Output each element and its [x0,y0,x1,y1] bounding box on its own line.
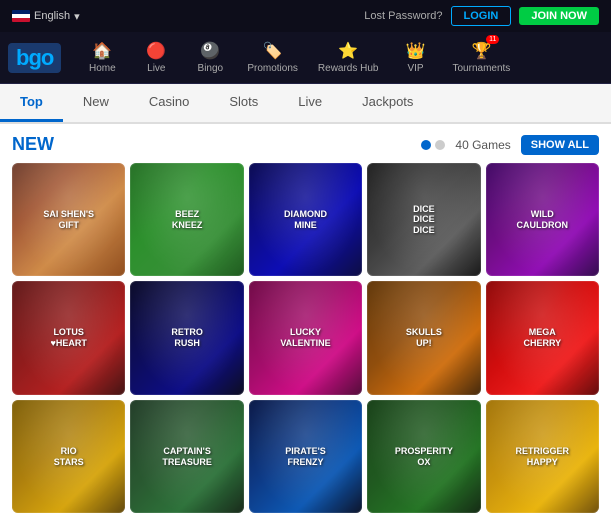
header-actions: Lost Password? LOGIN JOIN NOW [364,6,599,26]
site-header: English ▾ Lost Password? LOGIN JOIN NOW [0,0,611,32]
flag-icon [12,10,30,22]
logo-text: bgo [16,45,53,70]
nav-item-tournaments[interactable]: 🏆 11 Tournaments [445,37,519,78]
nav-label-rewards: Rewards Hub [318,63,379,74]
nav-item-bingo[interactable]: 🎱 Bingo [185,37,235,78]
login-button[interactable]: LOGIN [451,6,512,26]
game-grid: SAI SHEN'S GIFT BEEZ KNEEZ DIAMOND MINE DIC… [12,163,599,513]
pagination-dots [421,140,445,150]
section-header: NEW 40 Games SHOW ALL [12,134,599,155]
game-title-13: PIRATE'S FRENZY [281,442,329,472]
nav-icon-promotions: 🏷️ [263,41,283,61]
game-card[interactable]: LUCKY VALENTINE [249,281,362,394]
game-card[interactable]: DICE DICE DICE [367,163,480,276]
dot-1[interactable] [421,140,431,150]
language-label: English [34,10,70,22]
tournament-badge: 11 [486,35,499,44]
game-card[interactable]: WILD CAULDRON [486,163,599,276]
game-title-10: MEGA CHERRY [519,323,565,353]
game-card[interactable]: PROSPERITY OX [367,400,480,513]
nav-items: 🏠 Home 🔴 Live 🎱 Bingo 🏷️ Promotions ⭐ Re… [77,37,603,78]
nav-label-vip: VIP [407,63,423,74]
nav-item-vip[interactable]: 👑 VIP [391,37,441,78]
game-title-4: DICE DICE DICE [409,200,439,240]
category-tabs: TopNewCasinoSlotsLiveJackpots [0,84,611,124]
game-title-3: DIAMOND MINE [280,205,331,235]
tab-live[interactable]: Live [278,84,342,122]
game-title-8: LUCKY VALENTINE [276,323,334,353]
nav-icon-home: 🏠 [92,41,112,61]
section-controls: 40 Games SHOW ALL [421,135,599,155]
game-title-7: RETRO RUSH [167,323,207,353]
game-card[interactable]: RETRO RUSH [130,281,243,394]
game-title-14: PROSPERITY OX [391,442,457,472]
site-logo[interactable]: bgo [8,43,61,73]
game-title-2: BEEZ KNEEZ [168,205,207,235]
game-title-6: LOTUS ♥HEART [47,323,91,353]
game-card[interactable]: SKULLS UP! [367,281,480,394]
chevron-down-icon: ▾ [74,10,80,23]
nav-label-bingo: Bingo [198,63,224,74]
join-button[interactable]: JOIN NOW [519,7,599,25]
games-count: 40 Games [455,138,510,152]
game-card[interactable]: LOTUS ♥HEART [12,281,125,394]
nav-label-tournaments: Tournaments [453,63,511,74]
game-card[interactable]: CAPTAIN'S TREASURE [130,400,243,513]
tab-top[interactable]: Top [0,84,63,122]
tab-slots[interactable]: Slots [209,84,278,122]
game-title-15: RETRIGGER HAPPY [512,442,574,472]
nav-item-live[interactable]: 🔴 Live [131,37,181,78]
nav-label-promotions: Promotions [247,63,298,74]
game-title-12: CAPTAIN'S TREASURE [158,442,216,472]
game-title-9: SKULLS UP! [402,323,446,353]
dot-2[interactable] [435,140,445,150]
nav-icon-live: 🔴 [146,41,166,61]
game-card[interactable]: RETRIGGER HAPPY [486,400,599,513]
section-title: NEW [12,134,54,155]
main-content: NEW 40 Games SHOW ALL SAI SHEN'S GIFT BEE… [0,124,611,523]
tab-new[interactable]: New [63,84,129,122]
nav-icon-vip: 👑 [406,41,426,61]
game-card[interactable]: BEEZ KNEEZ [130,163,243,276]
show-all-button[interactable]: SHOW ALL [521,135,599,155]
nav-icon-rewards: ⭐ [338,41,358,61]
game-card[interactable]: SAI SHEN'S GIFT [12,163,125,276]
lost-password-link[interactable]: Lost Password? [364,10,442,22]
game-card[interactable]: MEGA CHERRY [486,281,599,394]
game-card[interactable]: RIO STARS [12,400,125,513]
game-title-5: WILD CAULDRON [513,205,573,235]
nav-item-rewards[interactable]: ⭐ Rewards Hub [310,37,387,78]
game-title-11: RIO STARS [50,442,88,472]
nav-icon-tournaments: 🏆 [471,43,491,60]
language-selector[interactable]: English ▾ [12,10,80,23]
main-nav: bgo 🏠 Home 🔴 Live 🎱 Bingo 🏷️ Promotions … [0,32,611,84]
nav-label-live: Live [147,63,165,74]
tab-jackpots[interactable]: Jackpots [342,84,433,122]
game-title-1: SAI SHEN'S GIFT [39,205,98,235]
tab-casino[interactable]: Casino [129,84,209,122]
game-card[interactable]: DIAMOND MINE [249,163,362,276]
nav-item-promotions[interactable]: 🏷️ Promotions [239,37,306,78]
nav-item-home[interactable]: 🏠 Home [77,37,127,78]
nav-label-home: Home [89,63,116,74]
game-card[interactable]: PIRATE'S FRENZY [249,400,362,513]
nav-icon-bingo: 🎱 [200,41,220,61]
